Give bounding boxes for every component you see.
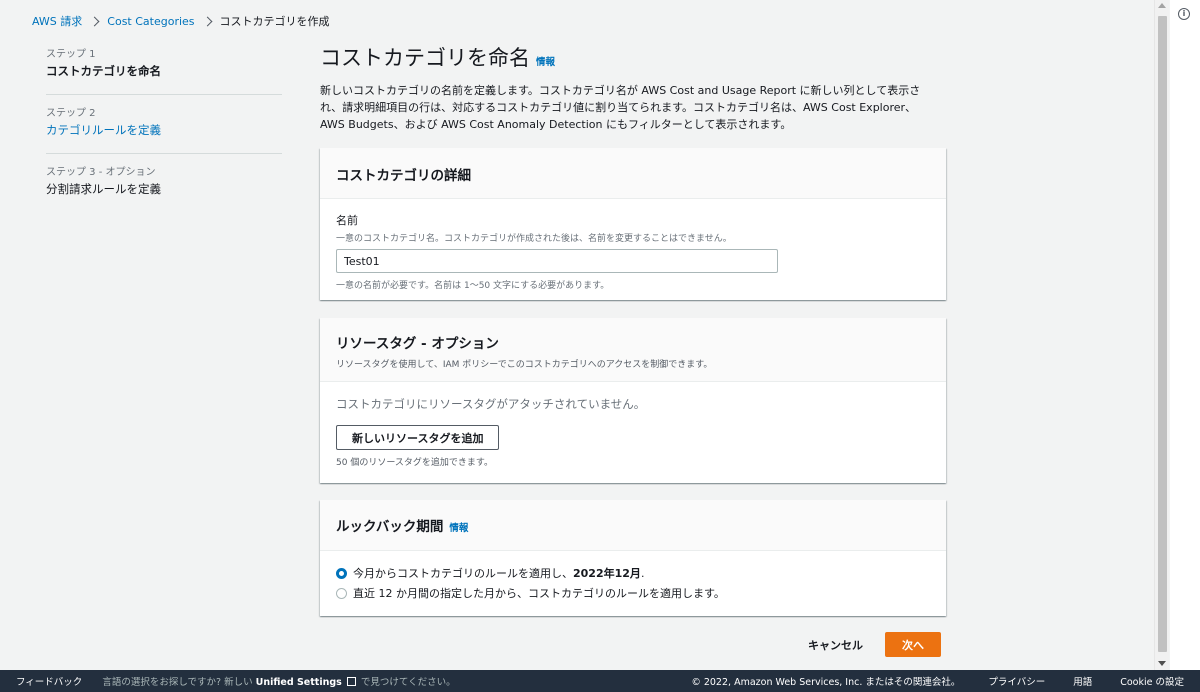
wizard-step-2: ステップ 2 カテゴリルールを定義 xyxy=(46,107,282,154)
footer-links: © 2022, Amazon Web Services, Inc. またはその関… xyxy=(691,674,1184,688)
unified-settings-link[interactable]: Unified Settings xyxy=(256,677,342,688)
vertical-scrollbar[interactable] xyxy=(1154,0,1169,670)
feedback-link[interactable]: フィードバック xyxy=(16,674,82,688)
resource-tags-panel-header: リソースタグ - オプション リソースタグを使用して、IAM ポリシーでこのコス… xyxy=(320,318,946,382)
step-number: ステップ 2 xyxy=(46,108,96,119)
wizard-step-1: ステップ 1 コストカテゴリを命名 xyxy=(46,48,282,95)
resource-tags-title: リソースタグ - オプション xyxy=(336,336,499,352)
lookback-panel: ルックバック期間 情報 今月からコストカテゴリのルールを適用し、 2022年12月… xyxy=(320,500,946,616)
step-name-current: コストカテゴリを命名 xyxy=(46,64,161,78)
language-notice-suffix: で見つけてください。 xyxy=(360,677,456,688)
wizard-steps: ステップ 1 コストカテゴリを命名 ステップ 2 カテゴリルールを定義 ステップ… xyxy=(46,48,282,224)
step-link-define-rules[interactable]: カテゴリルールを定義 xyxy=(46,122,282,139)
lookback-title: ルックバック期間 xyxy=(336,519,444,535)
page-description: 新しいコストカテゴリの名前を定義します。コストカテゴリ名が AWS Cost a… xyxy=(320,84,921,131)
language-notice: 言語の選択をお探しですか? 新しい Unified Settings で見つけて… xyxy=(102,674,456,688)
scroll-up-arrow-icon[interactable] xyxy=(1158,3,1166,8)
scrollbar-thumb[interactable] xyxy=(1158,16,1167,652)
step-number: ステップ 3 - オプション xyxy=(46,167,156,178)
name-description: 一意のコストカテゴリ名。コストカテゴリが作成された後は、名前を変更することはでき… xyxy=(336,234,732,244)
page-header: コストカテゴリを命名 情報 xyxy=(320,42,946,72)
name-constraint: 一意の名前が必要です。名前は 1～50 文字にする必要があります。 xyxy=(336,281,610,291)
language-notice-prefix: 言語の選択をお探しですか? 新しい xyxy=(102,677,253,688)
privacy-link[interactable]: プライバシー xyxy=(988,674,1045,688)
step-number: ステップ 1 xyxy=(46,49,96,60)
name-label: 名前 xyxy=(336,214,358,227)
lookback-title-row: ルックバック期間 情報 xyxy=(336,515,930,535)
info-link[interactable]: 情報 xyxy=(536,54,555,68)
tag-limit-hint: 50 個のリソースタグを追加できます。 xyxy=(336,458,493,468)
wizard-step-3: ステップ 3 - オプション 分割請求ルールを定義 xyxy=(46,166,282,212)
chevron-right-icon xyxy=(202,16,212,26)
option1-text: 今月からコストカテゴリのルールを適用し、 xyxy=(353,567,573,580)
chevron-right-icon xyxy=(89,16,100,26)
external-link-icon xyxy=(346,677,356,686)
next-button[interactable]: 次へ xyxy=(885,632,941,657)
breadcrumb-current: コストカテゴリを作成 xyxy=(219,15,330,28)
tools-panel-rail: i xyxy=(1170,0,1200,670)
cookie-settings-link[interactable]: Cookie の設定 xyxy=(1120,674,1184,688)
copyright: © 2022, Amazon Web Services, Inc. またはその関… xyxy=(691,677,961,688)
option1-date: 2022年12月 xyxy=(573,567,641,580)
resource-tags-panel: リソースタグ - オプション リソースタグを使用して、IAM ポリシーでこのコス… xyxy=(320,318,946,483)
breadcrumb-link-billing[interactable]: AWS 請求 xyxy=(32,13,82,29)
scroll-down-arrow-icon[interactable] xyxy=(1158,661,1166,666)
name-input[interactable] xyxy=(336,249,778,273)
form-actions: キャンセル 次へ xyxy=(808,632,941,657)
terms-link[interactable]: 用語 xyxy=(1073,674,1092,688)
radio-selected[interactable] xyxy=(336,567,347,579)
no-tags-message: コストカテゴリにリソースタグがアタッチされていません。 xyxy=(336,397,646,411)
lookback-body: 今月からコストカテゴリのルールを適用し、 2022年12月. 直近 12 か月間の… xyxy=(320,551,946,617)
radio-unselected[interactable] xyxy=(336,587,347,599)
resource-tags-body: コストカテゴリにリソースタグがアタッチされていません。 新しいリソースタグを追加… xyxy=(320,382,946,482)
info-circle-icon[interactable]: i xyxy=(1178,8,1190,20)
lookback-info-link[interactable]: 情報 xyxy=(449,520,468,534)
main-content: コストカテゴリを命名 情報 新しいコストカテゴリの名前を定義します。コストカテゴ… xyxy=(320,42,946,133)
option2-text: 直近 12 か月間の指定した月から、コストカテゴリのルールを適用します。 xyxy=(353,587,725,600)
page-title: コストカテゴリを命名 xyxy=(320,46,530,70)
console-footer: フィードバック 言語の選択をお探しですか? 新しい Unified Settin… xyxy=(0,670,1200,692)
lookback-option-current-month[interactable]: 今月からコストカテゴリのルールを適用し、 2022年12月. xyxy=(336,563,930,583)
breadcrumb-link-cost-categories[interactable]: Cost Categories xyxy=(107,15,194,28)
lookback-panel-header: ルックバック期間 情報 xyxy=(320,500,946,551)
option1-suffix: . xyxy=(640,566,645,580)
step-name-split-charge: 分割請求ルールを定義 xyxy=(46,182,161,196)
details-panel-title: コストカテゴリの詳細 xyxy=(336,168,471,184)
details-panel: コストカテゴリの詳細 名前 一意のコストカテゴリ名。コストカテゴリが作成された後… xyxy=(320,148,946,300)
add-resource-tag-button[interactable]: 新しいリソースタグを追加 xyxy=(336,425,500,450)
cancel-button[interactable]: キャンセル xyxy=(808,637,863,653)
resource-tags-subtitle: リソースタグを使用して、IAM ポリシーでこのコストカテゴリへのアクセスを制御で… xyxy=(336,360,713,370)
breadcrumb: AWS 請求 Cost Categories コストカテゴリを作成 xyxy=(32,13,330,29)
details-panel-header: コストカテゴリの詳細 xyxy=(320,148,946,199)
lookback-option-past-12-months[interactable]: 直近 12 か月間の指定した月から、コストカテゴリのルールを適用します。 xyxy=(336,583,930,603)
details-panel-body: 名前 一意のコストカテゴリ名。コストカテゴリが作成された後は、名前を変更すること… xyxy=(320,199,946,305)
